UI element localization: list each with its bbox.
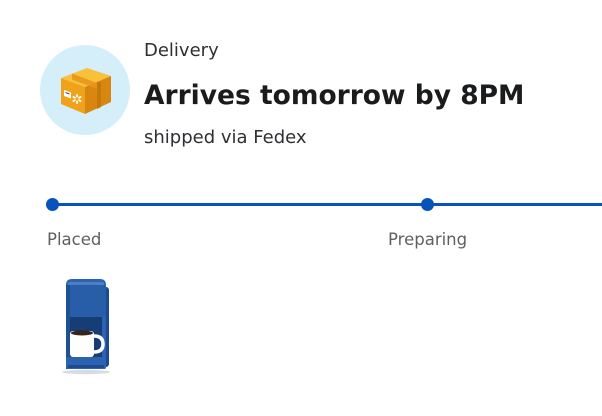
step-dot-placed xyxy=(46,198,59,211)
coffee-maker-icon xyxy=(62,279,110,375)
step-dot-preparing xyxy=(421,198,434,211)
coffee-maker-product-image[interactable] xyxy=(50,275,120,375)
delivery-label: Delivery xyxy=(144,40,219,61)
package-box-icon xyxy=(61,68,111,114)
step-label-preparing: Preparing xyxy=(388,230,468,249)
carrier-text: shipped via Fedex xyxy=(144,127,307,148)
delivery-icon-circle xyxy=(40,45,130,135)
progress-track xyxy=(52,203,602,206)
step-label-placed: Placed xyxy=(47,230,102,249)
arrival-title: Arrives tomorrow by 8PM xyxy=(144,80,525,111)
order-tracking-card: Delivery Arrives tomorrow by 8PM shipped… xyxy=(0,0,602,416)
